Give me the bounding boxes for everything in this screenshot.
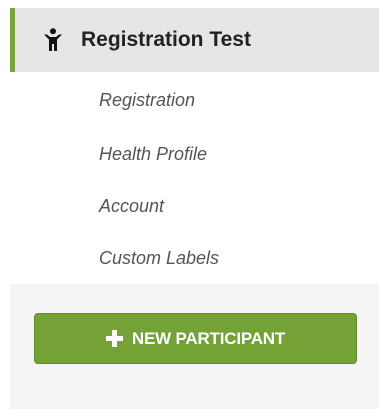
menu-header-registration-test[interactable]: Registration Test <box>10 8 379 72</box>
new-participant-label: NEW PARTICIPANT <box>131 328 286 348</box>
submenu-list: Registration Health Profile Account Cust… <box>10 72 379 282</box>
sidebar-panel: Registration Test Registration Health Pr… <box>0 0 379 409</box>
submenu-item-account[interactable]: Account <box>10 180 379 232</box>
submenu-item-custom-labels[interactable]: Custom Labels <box>10 232 379 284</box>
person-icon <box>43 28 63 52</box>
menu-header-title: Registration Test <box>81 28 251 51</box>
submenu-item-registration[interactable]: Registration <box>10 72 379 128</box>
submenu-item-health-profile[interactable]: Health Profile <box>10 128 379 180</box>
new-participant-button[interactable]: NEW PARTICIPANT <box>34 313 357 364</box>
plus-icon <box>105 330 123 347</box>
